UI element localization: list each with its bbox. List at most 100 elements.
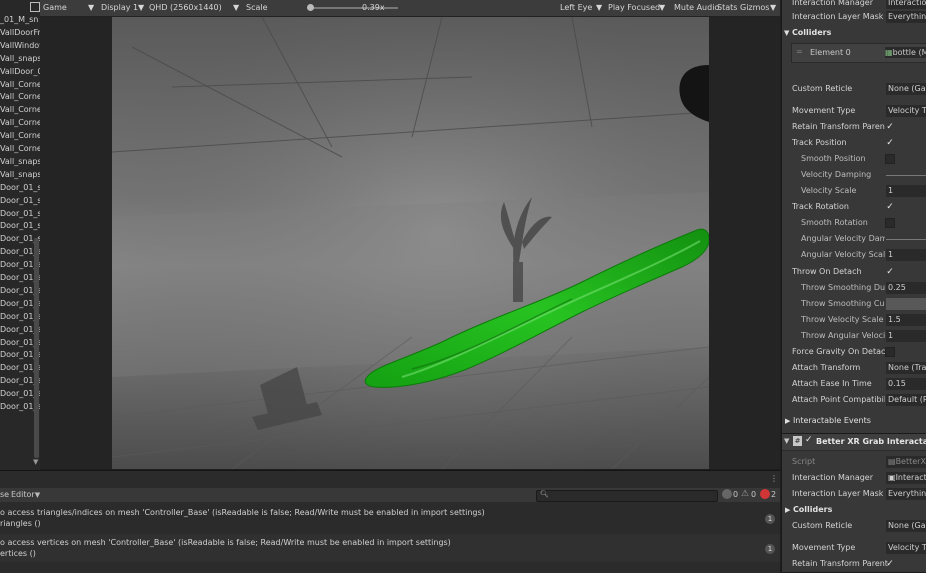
property-field[interactable]: 0.25 [886,281,926,294]
warning-icon[interactable]: ⚠ [741,489,749,499]
property-label: Smooth Rotation [801,218,868,228]
script-field[interactable]: ▤BetterXRG [886,456,926,468]
hierarchy-item[interactable]: Vall_snaps [0,156,40,168]
scale-slider-handle[interactable] [307,4,314,11]
hierarchy-item[interactable]: Door_01_sr [0,195,40,207]
property-field[interactable]: 1.5 [886,313,926,326]
hierarchy-item[interactable]: Vall_Corne [0,143,40,155]
colliders-foldout[interactable]: ▶ Colliders [782,503,926,517]
property-label: Smooth Position [801,154,866,164]
property-label: Retain Transform Parent [792,122,885,132]
property-field[interactable]: Default (Re [886,393,926,406]
hierarchy-item[interactable]: Vall_Corne [0,117,40,129]
interaction-manager-field[interactable]: Interactio [886,0,926,9]
interaction-manager-row: Interaction Manager Interactio [782,0,926,10]
property-field[interactable]: 1 [886,329,926,342]
property-label: Track Rotation [792,202,849,212]
property-label: Movement Type [792,106,856,115]
console-log-entry[interactable]: o access triangles/indices on mesh 'Cont… [0,504,780,532]
property-label: Throw On Detach [792,266,862,276]
property-checkbox[interactable] [885,154,895,165]
property-field[interactable]: 1 [886,185,926,198]
interactable-events-foldout[interactable]: ▶ Interactable Events [782,414,926,428]
colliders-foldout[interactable]: ▼ Colliders [782,26,926,40]
hierarchy-item[interactable]: Vall_Corne [0,130,40,142]
hierarchy-item[interactable]: Vall_Corne [0,79,40,91]
movement-type-row: Movement Type Velocity Tra [782,541,926,555]
property-field[interactable]: Velocity Tra [886,105,926,117]
stats-toggle[interactable]: Stats [717,0,737,16]
property-row: Attach Ease In Time 0.15 [782,377,926,391]
hierarchy-item[interactable]: Vall_snaps [0,169,40,181]
property-row: Attach Point Compatibility MDefault (Re [782,393,926,407]
hierarchy-item[interactable]: Vall_Corne [0,104,40,116]
property-checkbox[interactable] [885,346,895,357]
property-field[interactable]: 1 [886,249,926,262]
hierarchy-item[interactable]: Door_01_sr [0,182,40,194]
gizmos-toggle[interactable]: Gizmos [740,0,769,16]
hierarchy-item[interactable]: VallDoor_0 [0,66,40,78]
property-field[interactable] [886,297,926,310]
chevron-down-icon: ▼ [88,3,95,12]
hierarchy-item[interactable]: VallDoorFr [0,27,40,39]
hierarchy-panel: _01_M_sn VallDoorFr VallWindov Vall_snaps Va… [0,0,40,470]
property-checkbox[interactable]: ✓ [885,202,895,212]
property-label: Velocity Damping [801,170,872,180]
game-view[interactable] [40,17,780,469]
game-mode-dropdown[interactable]: Game [43,0,67,16]
log-count-badge: 1 [765,544,775,554]
property-checkbox[interactable] [885,218,895,229]
editor-dropdown[interactable]: Editor▼ [11,490,40,499]
mute-audio-toggle[interactable]: Mute Audio [674,0,719,16]
resolution-dropdown[interactable]: QHD (2560x1440) [149,0,222,16]
property-field[interactable]: 0.15 [886,377,926,390]
info-icon[interactable] [722,489,732,499]
lock-icon[interactable] [30,2,40,12]
display-dropdown[interactable]: Display 1 [101,0,138,16]
console-log-entry[interactable]: o access vertices on mesh 'Controller_Ba… [0,534,780,562]
property-label: Custom Reticle [792,84,853,93]
interaction-layer-mask-field[interactable]: Everything [886,488,926,500]
element-0-field[interactable]: ▦bottle (Me [885,47,926,58]
console-search-input[interactable]: 🔍︎ [536,490,718,502]
error-icon[interactable] [760,489,770,499]
interaction-layer-mask-row: Interaction Layer Mask Everything [782,487,926,501]
component-header[interactable]: ▼ # ✓ Better XR Grab Interactable Wit [782,433,926,451]
property-checkbox[interactable]: ✓ [885,122,895,132]
property-checkbox[interactable]: ✓ [885,138,895,148]
chevron-down-icon: ▼ [596,3,603,12]
property-label: Throw Smoothing Curve [801,298,885,308]
custom-reticle-field[interactable]: None (Game [886,83,926,95]
hierarchy-item[interactable]: Vall_snaps [0,53,40,65]
property-row: Throw Smoothing Curve [782,297,926,311]
hierarchy-item[interactable]: VallWindov [0,40,40,52]
interaction-manager-field[interactable]: ▣Interactio [886,472,926,484]
hierarchy-item[interactable]: Vall_Corne [0,91,40,103]
retain-transform-parent-checkbox[interactable]: ✓ [885,559,895,569]
property-field[interactable]: None (Trans [886,361,926,374]
hierarchy-scrollbar[interactable] [34,238,39,458]
scroll-down-arrow-icon[interactable]: ▼ [33,458,38,466]
property-label: Interaction Manager [792,0,874,7]
hierarchy-item[interactable]: Door_01_sr [0,208,40,220]
object-icon: ▣ [888,473,896,482]
property-label: Interaction Manager [792,473,874,482]
custom-reticle-field[interactable]: None (Game [886,520,926,532]
property-label: Custom Reticle [792,521,853,530]
property-checkbox[interactable]: ✓ [885,267,895,277]
property-row: Smooth Position [782,152,926,166]
property-slider[interactable] [886,239,926,241]
interaction-layer-mask-field[interactable]: Everything [886,11,926,23]
drag-handle-icon[interactable]: = [796,47,803,56]
component-enabled-checkbox[interactable]: ✓ [805,435,813,445]
more-options-icon[interactable]: ⋮ [770,474,778,483]
play-mode-dropdown[interactable]: Play Focused [608,0,660,16]
movement-type-dropdown[interactable]: Velocity Tra [886,542,926,554]
property-row: Throw On Detach ✓ [782,265,926,279]
eye-dropdown[interactable]: Left Eye [560,0,592,16]
hierarchy-item[interactable]: _01_M_sn [0,14,38,26]
chevron-down-icon: ▼ [770,3,777,12]
hierarchy-item[interactable]: Door_01_sr [0,220,40,232]
interactable-events-label: Interactable Events [792,416,871,425]
property-slider[interactable] [886,175,926,177]
